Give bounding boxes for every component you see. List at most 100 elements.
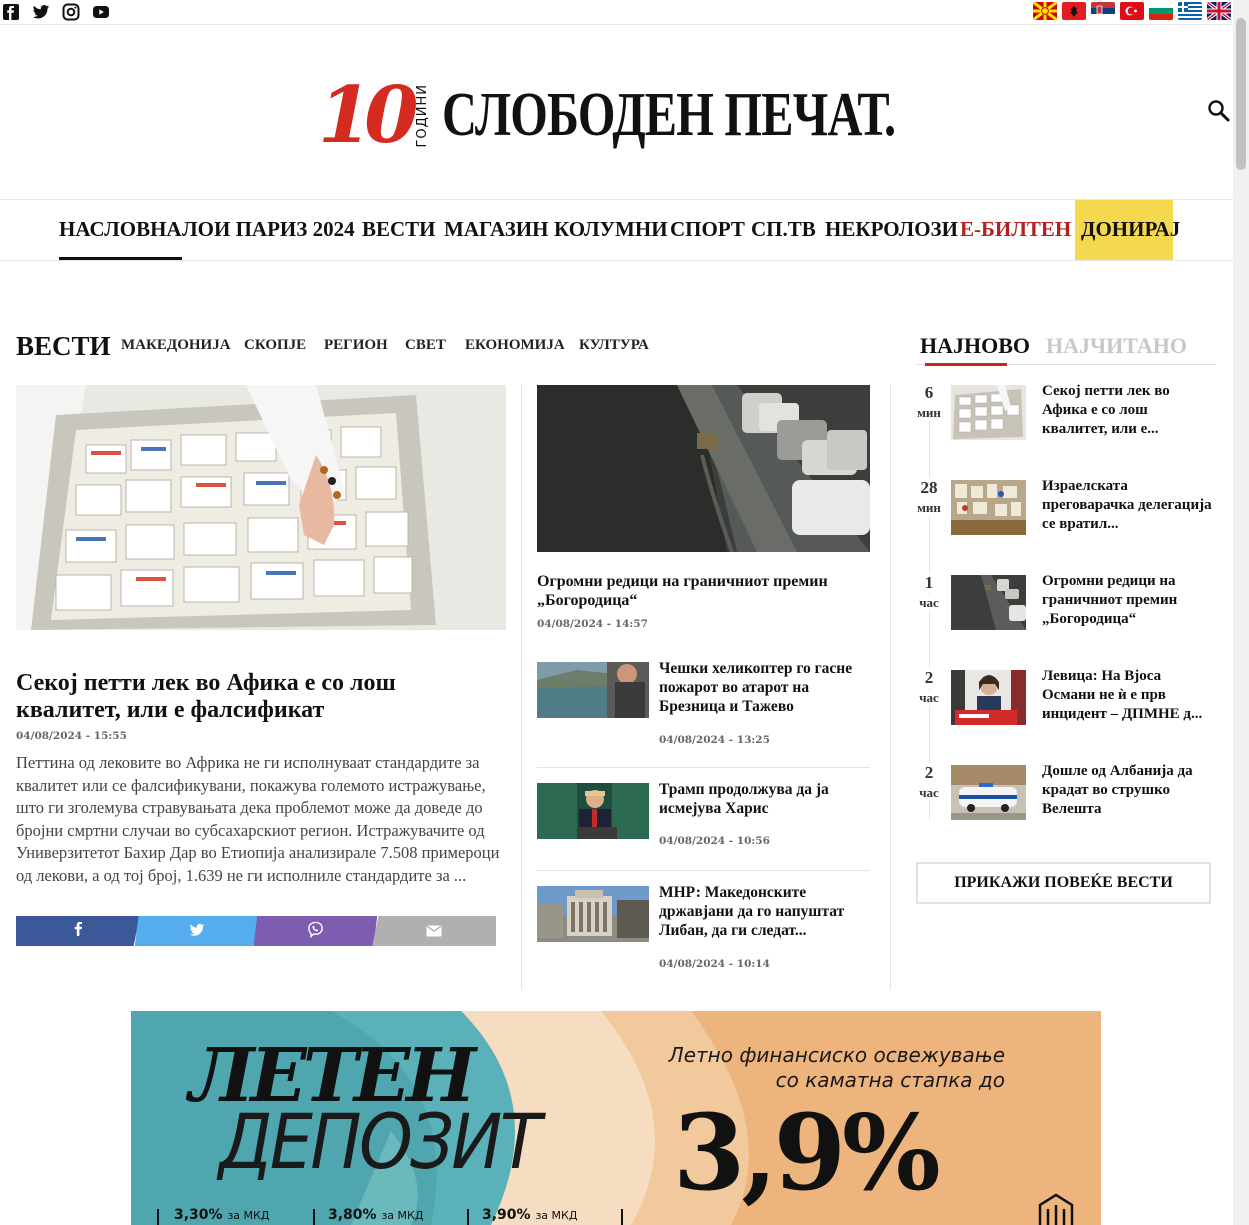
- feed-item[interactable]: 6 мин Секој петти лек во Афика е со лош …: [912, 382, 1217, 465]
- twitter-icon[interactable]: [32, 3, 50, 21]
- flag-tr-icon[interactable]: [1120, 2, 1144, 20]
- feed-item-title[interactable]: Левица: На Вјоса Османи не ѝ е прв инцид…: [1042, 667, 1217, 724]
- feed-item-title[interactable]: Дошле од Албанија да крадат во струшко В…: [1042, 762, 1217, 819]
- subnav-macedonia[interactable]: МАКЕДОНИЈА: [121, 337, 231, 354]
- facebook-icon: [73, 921, 83, 941]
- list-item-title[interactable]: Трамп продолжува да ја исмејува Харис: [659, 780, 871, 818]
- middle-story-date: 04/08/2024 - 14:57: [537, 618, 648, 630]
- search-icon[interactable]: [1207, 99, 1231, 123]
- feed-item-title[interactable]: Секој петти лек во Афика е со лош квалит…: [1042, 382, 1217, 439]
- banner-rate-tier-currency: за МКД: [381, 1209, 424, 1222]
- banner-rate-tier-value: 3,30%: [174, 1207, 223, 1223]
- tab-latest[interactable]: НАЈНОВО: [920, 333, 1030, 359]
- subnav-world[interactable]: СВЕТ: [405, 337, 446, 354]
- subnav-region[interactable]: РЕГИОН: [324, 337, 388, 354]
- feed-item-age-unit: мин: [912, 500, 946, 516]
- banner-headline-2: ДЕПОЗИТ: [219, 1097, 542, 1186]
- main-navigation: НАСЛОВНА ЛОИ ПАРИЗ 2024 ВЕСТИ МАГАЗИН КО…: [0, 199, 1233, 261]
- flag-al-icon[interactable]: [1062, 2, 1086, 20]
- share-twitter-button[interactable]: [134, 916, 259, 946]
- page-scrollbar[interactable]: [1233, 0, 1249, 1225]
- subnav-economy[interactable]: ЕКОНОМИЈА: [465, 337, 565, 354]
- banner-ad[interactable]: ЛЕТЕН ДЕПОЗИТ Летно финансиско освежувањ…: [131, 1011, 1101, 1225]
- nav-item-magazine[interactable]: МАГАЗИН: [444, 200, 548, 260]
- feed-item-age: 2: [912, 763, 946, 783]
- tab-most-read[interactable]: НАЈЧИТАНО: [1046, 333, 1187, 359]
- column-divider: [890, 385, 891, 990]
- feed-item[interactable]: 28 мин Израелската преговарачка делегаци…: [912, 477, 1217, 560]
- youtube-icon[interactable]: [92, 3, 110, 21]
- flag-bg-icon[interactable]: [1149, 2, 1173, 20]
- share-facebook-button[interactable]: [16, 916, 140, 946]
- nav-item-paris-2024[interactable]: ЛОИ ПАРИЗ 2024: [182, 200, 355, 260]
- site-logo[interactable]: 10 ГОДИНИ СЛОБОДЕН ПЕЧАТ.: [318, 68, 1023, 163]
- instagram-icon[interactable]: [62, 3, 80, 21]
- list-item-title[interactable]: МНР: Македонските државјани да го напушт…: [659, 883, 871, 940]
- list-separator: [537, 767, 870, 768]
- nav-item-news[interactable]: ВЕСТИ: [362, 200, 436, 260]
- list-separator: [537, 870, 870, 871]
- share-email-button[interactable]: [372, 916, 496, 946]
- feed-item[interactable]: 2 час Левица: На Вјоса Османи не ѝ е прв…: [912, 667, 1217, 750]
- facebook-icon[interactable]: [2, 3, 20, 21]
- feed-item-image[interactable]: [951, 575, 1026, 630]
- list-item-image[interactable]: [537, 783, 649, 839]
- nav-item-sp-tv[interactable]: СП.ТВ: [751, 200, 816, 260]
- feed-item-title[interactable]: Израелската преговарачка делегација се в…: [1042, 477, 1217, 534]
- list-item-title[interactable]: Чешки хеликоптер го гасне пожарот во ата…: [659, 659, 871, 716]
- flag-rs-icon[interactable]: [1091, 2, 1115, 20]
- lead-story-excerpt: Петтина од лековите во Африка не ги испо…: [16, 753, 500, 885]
- feed-item-age: 2: [912, 668, 946, 688]
- nav-item-columns[interactable]: КОЛУМНИ: [554, 200, 668, 260]
- feed-item-image[interactable]: [951, 480, 1026, 535]
- middle-story-title[interactable]: Огромни редици на граничниот премин „Бог…: [537, 572, 857, 610]
- banner-divider: [467, 1209, 469, 1225]
- list-item-date: 04/08/2024 - 10:56: [659, 835, 770, 847]
- scrollbar-thumb[interactable]: [1236, 18, 1246, 170]
- list-item-date: 04/08/2024 - 10:14: [659, 958, 770, 970]
- bank-logo-icon: [1036, 1191, 1076, 1225]
- subnav-skopje[interactable]: СКОПЈЕ: [244, 337, 306, 354]
- share-viber-button[interactable]: [253, 916, 378, 946]
- logo-anniversary-word: ГОДИНИ: [414, 83, 430, 148]
- lead-story-title[interactable]: Секој петти лек во Афика е со лош квалит…: [16, 670, 506, 724]
- nav-item-donate[interactable]: ДОНИРАЈ: [1075, 200, 1180, 260]
- banner-tagline: Летно финансиско освежување со каматна с…: [585, 1043, 1005, 1093]
- banner-rate-tier-currency: за МКД: [227, 1209, 270, 1222]
- email-icon: [426, 922, 442, 941]
- feed-item-age: 28: [912, 478, 946, 498]
- nav-item-e-bulletin[interactable]: Е-БИЛТЕН: [960, 200, 1071, 260]
- flag-mk-icon[interactable]: [1033, 2, 1057, 20]
- banner-rate-tier-currency: за МКД: [535, 1209, 578, 1222]
- language-flags: [1033, 2, 1231, 20]
- banner-rate-tier-value: 3,90%: [482, 1207, 531, 1223]
- viber-icon: [307, 921, 324, 942]
- show-more-news-button[interactable]: ПРИКАЖИ ПОВЕЌЕ ВЕСТИ: [916, 862, 1211, 904]
- feed-item-age: 6: [912, 383, 946, 403]
- nav-item-home[interactable]: НАСЛОВНА: [59, 200, 182, 260]
- nav-item-obituaries[interactable]: НЕКРОЛОЗИ: [825, 200, 958, 260]
- list-item-image[interactable]: [537, 662, 649, 718]
- feed-item-image[interactable]: [951, 670, 1026, 725]
- subnav-culture[interactable]: КУЛТУРА: [579, 337, 649, 354]
- flag-gb-icon[interactable]: [1207, 2, 1231, 20]
- feed-item-image[interactable]: [951, 765, 1026, 820]
- feed-item-age-unit: мин: [912, 405, 946, 421]
- logo-anniversary-number: 10: [318, 69, 419, 161]
- feed-item-image[interactable]: [951, 385, 1026, 440]
- nav-item-sport[interactable]: СПОРТ: [670, 200, 745, 260]
- feed-item-age: 1: [912, 573, 946, 593]
- section-title[interactable]: ВЕСТИ: [16, 331, 111, 362]
- banner-rate: 3,9%: [673, 1091, 941, 1214]
- list-item-image[interactable]: [537, 886, 649, 942]
- feed-item-title[interactable]: Огромни редици на граничниот премин „Бог…: [1042, 572, 1217, 629]
- banner-tagline-2: со каматна стапка до: [775, 1068, 1005, 1092]
- lead-story-image[interactable]: [16, 385, 506, 630]
- middle-story-image[interactable]: [537, 385, 870, 552]
- feed-item[interactable]: 1 час Огромни редици на граничниот преми…: [912, 572, 1217, 655]
- banner-divider: [157, 1209, 159, 1225]
- banner-rate-tier: 3,30% за МКД: [174, 1207, 269, 1223]
- flag-gr-icon[interactable]: [1178, 2, 1202, 20]
- feed-item[interactable]: 2 час Дошле од Албанија да крадат во стр…: [912, 762, 1217, 845]
- tab-active-indicator: [925, 363, 1007, 366]
